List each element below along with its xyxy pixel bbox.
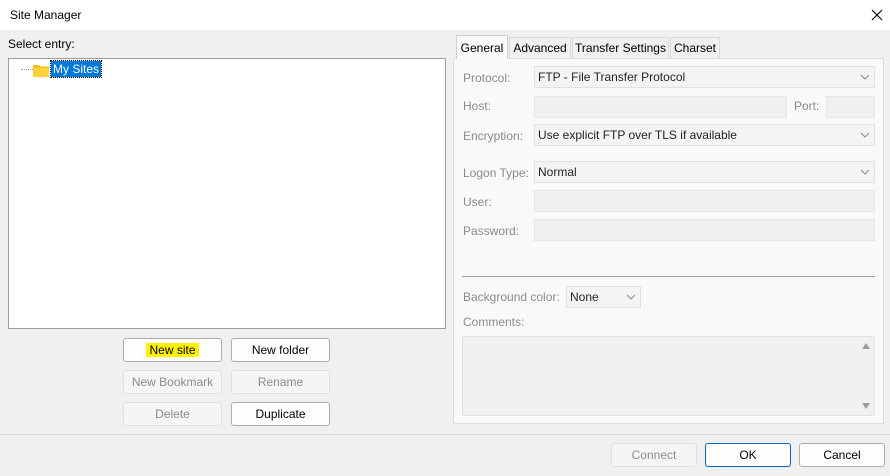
footer-separator xyxy=(0,434,890,435)
new-site-button[interactable]: New site xyxy=(123,338,222,362)
connect-button[interactable]: Connect xyxy=(611,443,697,467)
tab-transfer-settings[interactable]: Transfer Settings xyxy=(572,37,669,58)
new-site-label: New site xyxy=(146,343,199,357)
new-bookmark-button[interactable]: New Bookmark xyxy=(123,370,222,394)
tab-general[interactable]: General xyxy=(456,35,508,59)
host-field[interactable] xyxy=(534,96,787,118)
site-tree[interactable]: My Sites xyxy=(8,58,446,329)
scroll-up-icon[interactable] xyxy=(862,343,870,349)
chevron-down-icon xyxy=(860,132,870,138)
protocol-label: Protocol: xyxy=(463,71,511,85)
tab-charset[interactable]: Charset xyxy=(670,37,720,58)
password-field[interactable] xyxy=(534,219,875,241)
title-bar: Site Manager xyxy=(0,0,890,30)
rename-button[interactable]: Rename xyxy=(231,370,330,394)
user-label: User: xyxy=(463,195,492,209)
select-entry-label: Select entry: xyxy=(8,37,75,51)
logon-type-label: Logon Type: xyxy=(463,166,529,180)
close-icon xyxy=(871,9,883,21)
host-label: Host: xyxy=(463,99,492,113)
site-manager-window: Site Manager Select entry: My Sites New … xyxy=(0,0,890,476)
protocol-select[interactable]: FTP - File Transfer Protocol xyxy=(534,66,875,88)
close-button[interactable] xyxy=(864,3,890,27)
folder-icon xyxy=(33,65,49,77)
separator xyxy=(462,276,875,277)
chevron-down-icon xyxy=(860,74,870,80)
chevron-down-icon xyxy=(626,294,636,300)
encryption-select[interactable]: Use explicit FTP over TLS if available xyxy=(534,124,875,146)
cancel-button[interactable]: Cancel xyxy=(799,443,885,467)
chevron-down-icon xyxy=(860,169,870,175)
scroll-down-icon[interactable] xyxy=(862,403,870,409)
comments-label: Comments: xyxy=(463,315,525,329)
port-label: Port: xyxy=(794,99,820,113)
delete-button[interactable]: Delete xyxy=(123,402,222,426)
new-folder-button[interactable]: New folder xyxy=(231,338,330,362)
window-title: Site Manager xyxy=(10,8,82,22)
port-field[interactable] xyxy=(826,96,875,118)
comments-field[interactable] xyxy=(462,336,875,416)
tree-item-my-sites[interactable]: My Sites xyxy=(49,60,103,78)
logon-type-select[interactable]: Normal xyxy=(534,161,875,183)
logon-type-value: Normal xyxy=(538,165,577,179)
password-label: Password: xyxy=(463,224,520,238)
background-color-label: Background color: xyxy=(463,290,560,304)
encryption-label: Encryption: xyxy=(463,129,524,143)
ok-button[interactable]: OK xyxy=(705,443,791,467)
user-field[interactable] xyxy=(534,190,875,212)
background-color-value: None xyxy=(570,290,599,304)
background-color-select[interactable]: None xyxy=(566,286,641,308)
tab-advanced[interactable]: Advanced xyxy=(509,37,571,58)
encryption-value: Use explicit FTP over TLS if available xyxy=(538,128,737,142)
duplicate-button[interactable]: Duplicate xyxy=(231,402,330,426)
protocol-value: FTP - File Transfer Protocol xyxy=(538,70,686,84)
